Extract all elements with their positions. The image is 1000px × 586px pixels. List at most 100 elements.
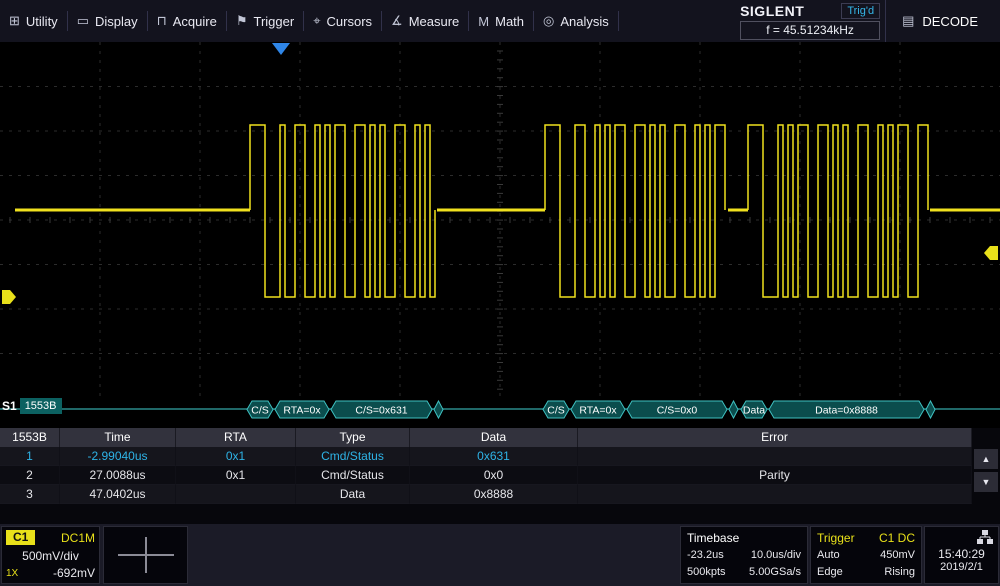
table-cell: 47.0402us: [60, 485, 176, 504]
waveform-display: C/SRTA=0xC/S=0x631C/SRTA=0xC/S=0x0DataDa…: [0, 42, 1000, 428]
status-bar: C1 DC1M 500mV/div 1X -692mV Timebase -23…: [0, 524, 1000, 586]
network-icon[interactable]: [977, 530, 993, 544]
siglent-logo: SIGLENT: [740, 3, 804, 19]
clock-time: 15:40:29: [929, 547, 994, 561]
menu-label: Analysis: [560, 14, 608, 29]
plus-icon: [145, 537, 147, 573]
table-cell: Cmd/Status: [296, 466, 410, 485]
utility-icon: ⊞: [9, 13, 20, 29]
table-row[interactable]: 1-2.99040us0x1Cmd/Status0x631: [0, 447, 972, 466]
trigger-label: Trigger: [817, 529, 855, 547]
table-cell: 2: [0, 466, 60, 485]
trigger-panel[interactable]: Trigger C1 DC Auto 450mV Edge Rising: [810, 526, 922, 584]
column-header-rta: RTA: [176, 428, 296, 447]
channel1-coupling: DC1M: [61, 531, 95, 545]
decode-bus-label: S1 1553B: [2, 398, 62, 414]
timebase-sample-rate: 5.00GSa/s: [749, 564, 801, 581]
column-header-type: Type: [296, 428, 410, 447]
decode-frame-label: C/S: [251, 405, 269, 417]
column-header-error: Error: [578, 428, 972, 447]
table-scroll-buttons: ▲ ▼: [974, 449, 998, 492]
math-icon: M: [478, 14, 489, 29]
menubar-items: ⊞ Utility ▭ Display ⊓ Acquire ⚑ Trigger ⌖Cursors…: [0, 0, 735, 42]
table-cell: 0x631: [410, 447, 578, 466]
decode-result-table: 1553BTimeRTATypeDataError1-2.99040us0x1C…: [0, 428, 1000, 524]
menu-item-utility[interactable]: ⊞ Utility: [0, 0, 67, 42]
table-cell: [578, 447, 972, 466]
table-cell: Cmd/Status: [296, 447, 410, 466]
channel1-offset: -692mV: [53, 566, 95, 580]
trigger-level: 450mV: [880, 547, 915, 564]
menu-item-analysis[interactable]: ◎ Analysis: [534, 0, 618, 42]
measure-icon: ∡: [391, 13, 403, 29]
scroll-down-button[interactable]: ▼: [974, 472, 998, 492]
trigger-position-marker[interactable]: [272, 43, 290, 55]
decode-frame-end-marker: [434, 401, 443, 418]
table-cell: [176, 485, 296, 504]
decode-frame-label: Data=0x8888: [815, 405, 878, 417]
table-row[interactable]: 227.0088us0x1Cmd/Status0x0Parity: [0, 466, 972, 485]
display-icon: ▭: [77, 13, 89, 29]
trigger-level-marker[interactable]: [984, 246, 998, 260]
timebase-panel[interactable]: Timebase -23.2us 10.0us/div 500kpts 5.00…: [680, 526, 808, 584]
acquire-icon: ⊓: [157, 13, 167, 29]
menu-item-display[interactable]: ▭ Display: [68, 0, 147, 42]
decode-frame-end-marker: [729, 401, 738, 418]
menu-item-cursors[interactable]: ⌖Cursors: [304, 0, 381, 42]
table-cell: Parity: [578, 466, 972, 485]
trigger-source: C1 DC: [879, 529, 915, 547]
decode-bus-name-chip: 1553B: [20, 398, 62, 414]
waveform-burst-trace: [545, 125, 725, 297]
decode-frame-end-marker: [926, 401, 935, 418]
waveform-burst-trace: [250, 125, 435, 297]
decode-table-header: 1553BTimeRTATypeDataError: [0, 428, 972, 447]
table-cell: 0x1: [176, 466, 296, 485]
menu-label: Utility: [26, 14, 58, 29]
table-cell: Data: [296, 485, 410, 504]
channel1-offset-marker[interactable]: [2, 290, 16, 304]
waveform-canvas: C/SRTA=0xC/S=0x631C/SRTA=0xC/S=0x0DataDa…: [0, 42, 1000, 428]
waveform-burst-trace: [748, 125, 928, 297]
analysis-icon: ◎: [543, 13, 554, 29]
oscilloscope-screen: ⊞ Utility ▭ Display ⊓ Acquire ⚑ Trigger ⌖Cursors…: [0, 0, 1000, 586]
decode-button[interactable]: ▤ DECODE: [885, 0, 1000, 42]
decode-frame-label: C/S=0x0: [657, 405, 698, 417]
trigger-flag-icon: ⚑: [236, 13, 248, 29]
menu-item-trigger[interactable]: ⚑ Trigger: [227, 0, 303, 42]
decode-button-label: DECODE: [922, 14, 978, 29]
decode-frame-label: C/S=0x631: [355, 405, 407, 417]
menu-label: Measure: [409, 14, 460, 29]
brand-block: SIGLENT Trig'd f = 45.51234kHz: [735, 0, 885, 42]
decode-frame-label: C/S: [547, 405, 565, 417]
table-cell: 3: [0, 485, 60, 504]
menu-separator: [618, 11, 619, 31]
channel1-panel[interactable]: C1 DC1M 500mV/div 1X -692mV: [1, 526, 100, 584]
table-cell: 0x8888: [410, 485, 578, 504]
trigger-type: Edge: [817, 564, 880, 581]
column-header-time: Time: [60, 428, 176, 447]
trigger-status-badge: Trig'd: [841, 3, 880, 19]
decode-icon: ▤: [902, 13, 914, 29]
table-cell: -2.99040us: [60, 447, 176, 466]
channel1-badge: C1: [6, 530, 35, 545]
menu-label: Display: [95, 14, 138, 29]
menu-item-math[interactable]: MMath: [469, 0, 533, 42]
frequency-readout: f = 45.51234kHz: [740, 21, 880, 40]
menu-label: Acquire: [173, 14, 217, 29]
table-row[interactable]: 347.0402us Data0x8888: [0, 485, 972, 504]
trigger-mode: Auto: [817, 547, 880, 564]
scroll-up-button[interactable]: ▲: [974, 449, 998, 469]
decode-source-label: S1: [2, 399, 17, 413]
timebase-delay: -23.2us: [687, 547, 749, 564]
add-trace-panel[interactable]: [103, 526, 188, 584]
menu-item-measure[interactable]: ∡ Measure: [382, 0, 468, 42]
trigger-slope: Rising: [880, 564, 915, 581]
table-cell: 0x0: [410, 466, 578, 485]
menu-label: Trigger: [254, 14, 295, 29]
menu-item-acquire[interactable]: ⊓ Acquire: [148, 0, 226, 42]
column-header-data: Data: [410, 428, 578, 447]
channel1-scale: 500mV/div: [22, 549, 79, 563]
decode-frame-label: Data: [743, 405, 765, 417]
table-cell: [578, 485, 972, 504]
table-cell: 1: [0, 447, 60, 466]
